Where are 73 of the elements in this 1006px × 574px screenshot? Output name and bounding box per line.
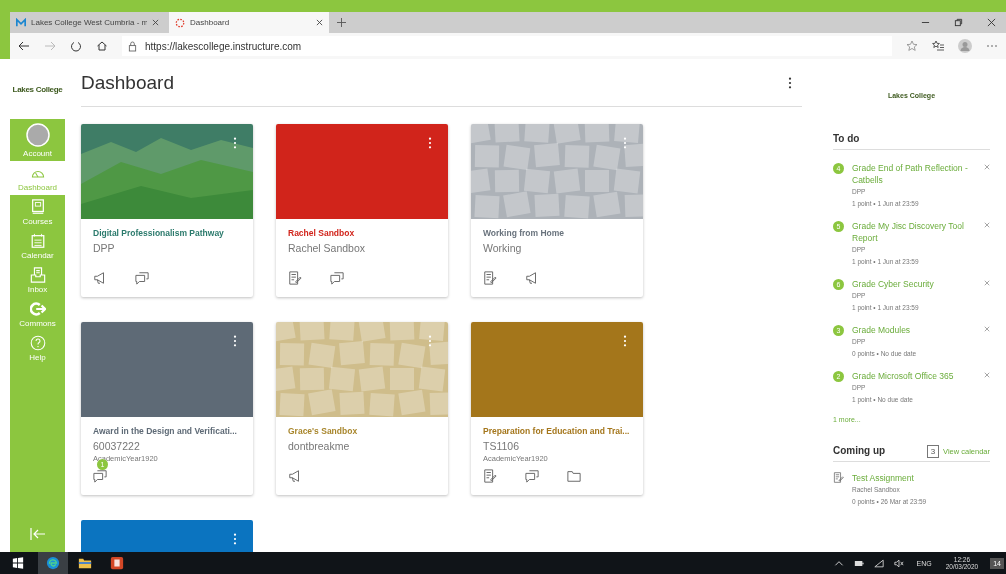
more-icon[interactable] xyxy=(428,137,432,149)
course-code: Working xyxy=(483,242,523,254)
todo-link[interactable]: Grade End of Path Reflection - Catbells xyxy=(852,162,976,186)
edge-icon xyxy=(46,556,60,570)
arrow-exit-icon xyxy=(29,301,46,317)
course-code: DPP xyxy=(93,242,116,254)
course-card[interactable]: Rachel Sandbox Rachel Sandbox xyxy=(276,124,448,297)
more-icon[interactable] xyxy=(233,335,237,347)
document-pen-icon[interactable] xyxy=(483,469,497,483)
close-icon[interactable] xyxy=(987,18,996,27)
todo-link[interactable]: Grade Microsoft Office 365 xyxy=(852,370,976,382)
address-bar[interactable]: https://lakescollege.instructure.com xyxy=(122,36,892,56)
dotted-ring-icon xyxy=(175,17,185,28)
help-icon xyxy=(29,335,46,351)
megaphone-icon[interactable] xyxy=(525,271,539,285)
browser-tab[interactable]: Lakes College West Cumbria - m xyxy=(10,12,165,33)
calendar-icon xyxy=(29,233,46,249)
chat-bubbles-icon[interactable] xyxy=(135,271,149,285)
section-heading: Coming up xyxy=(833,445,886,458)
chat-bubbles-icon[interactable] xyxy=(330,271,344,285)
college-logo[interactable]: Lakes College xyxy=(10,59,65,119)
m-logo-icon xyxy=(16,17,26,28)
chat-bubbles-icon[interactable] xyxy=(93,469,107,483)
inbox-icon xyxy=(29,267,46,283)
restore-icon[interactable] xyxy=(954,18,963,27)
page-title: Dashboard xyxy=(81,71,174,94)
battery-icon[interactable] xyxy=(854,558,865,568)
browser-tab[interactable]: Dashboard xyxy=(169,12,329,33)
course-code: TS1106 xyxy=(483,440,520,452)
speaker-muted-icon[interactable] xyxy=(894,558,905,568)
document-pen-icon[interactable] xyxy=(288,271,302,285)
todo-link[interactable]: Grade Modules xyxy=(852,324,976,336)
course-title[interactable]: Rachel Sandbox xyxy=(288,228,436,238)
favorites-icon[interactable] xyxy=(932,40,944,52)
course-title[interactable]: Award in the Design and Verificati... xyxy=(93,426,241,436)
lock-icon xyxy=(128,40,137,52)
course-title[interactable]: Preparation for Education and Trai... xyxy=(483,426,631,436)
wifi-icon[interactable] xyxy=(874,558,885,568)
back-icon[interactable] xyxy=(18,40,30,52)
course-code: dontbreakme xyxy=(288,440,351,452)
book-icon xyxy=(29,199,46,215)
chevron-up-icon[interactable] xyxy=(834,558,845,568)
star-icon[interactable] xyxy=(906,40,918,52)
close-icon[interactable] xyxy=(152,19,159,26)
todo-link[interactable]: Grade Cyber Security xyxy=(852,278,976,290)
todo-link[interactable]: Grade My Jisc Discovery Tool Report xyxy=(852,220,976,244)
megaphone-icon[interactable] xyxy=(288,469,302,483)
course-title[interactable]: Digital Professionalism Pathway xyxy=(93,228,241,238)
home-icon[interactable] xyxy=(96,40,108,52)
windows-start-icon[interactable] xyxy=(12,557,24,569)
document-pen-icon xyxy=(833,472,844,483)
folder-icon xyxy=(78,556,92,570)
new-tab-icon[interactable] xyxy=(337,18,346,27)
assignment-link[interactable]: Test Assignment xyxy=(852,472,990,484)
close-icon[interactable] xyxy=(316,19,323,26)
megaphone-icon[interactable] xyxy=(93,271,107,285)
course-code: Rachel Sandbox xyxy=(288,242,367,254)
avatar-icon xyxy=(25,123,50,147)
folder-icon[interactable] xyxy=(567,469,581,483)
course-code: 60037222 xyxy=(93,440,141,452)
more-icon[interactable] xyxy=(788,76,792,89)
course-card[interactable]: Digital Professionalism Pathway DPP xyxy=(81,124,253,297)
course-title[interactable]: Working from Home xyxy=(483,228,631,238)
tab-title: Dashboard xyxy=(190,18,231,27)
section-heading: To do xyxy=(833,133,990,150)
profile-icon[interactable] xyxy=(958,39,972,53)
course-title[interactable]: Grace's Sandbox xyxy=(288,426,436,436)
tab-title: Lakes College West Cumbria - m xyxy=(31,18,147,27)
document-pen-icon[interactable] xyxy=(483,271,497,285)
chat-bubbles-icon[interactable] xyxy=(525,469,539,483)
course-card[interactable]: Grace's Sandbox dontbreakme xyxy=(276,322,448,495)
refresh-icon[interactable] xyxy=(70,40,82,52)
course-card[interactable]: Working from Home Working xyxy=(471,124,643,297)
